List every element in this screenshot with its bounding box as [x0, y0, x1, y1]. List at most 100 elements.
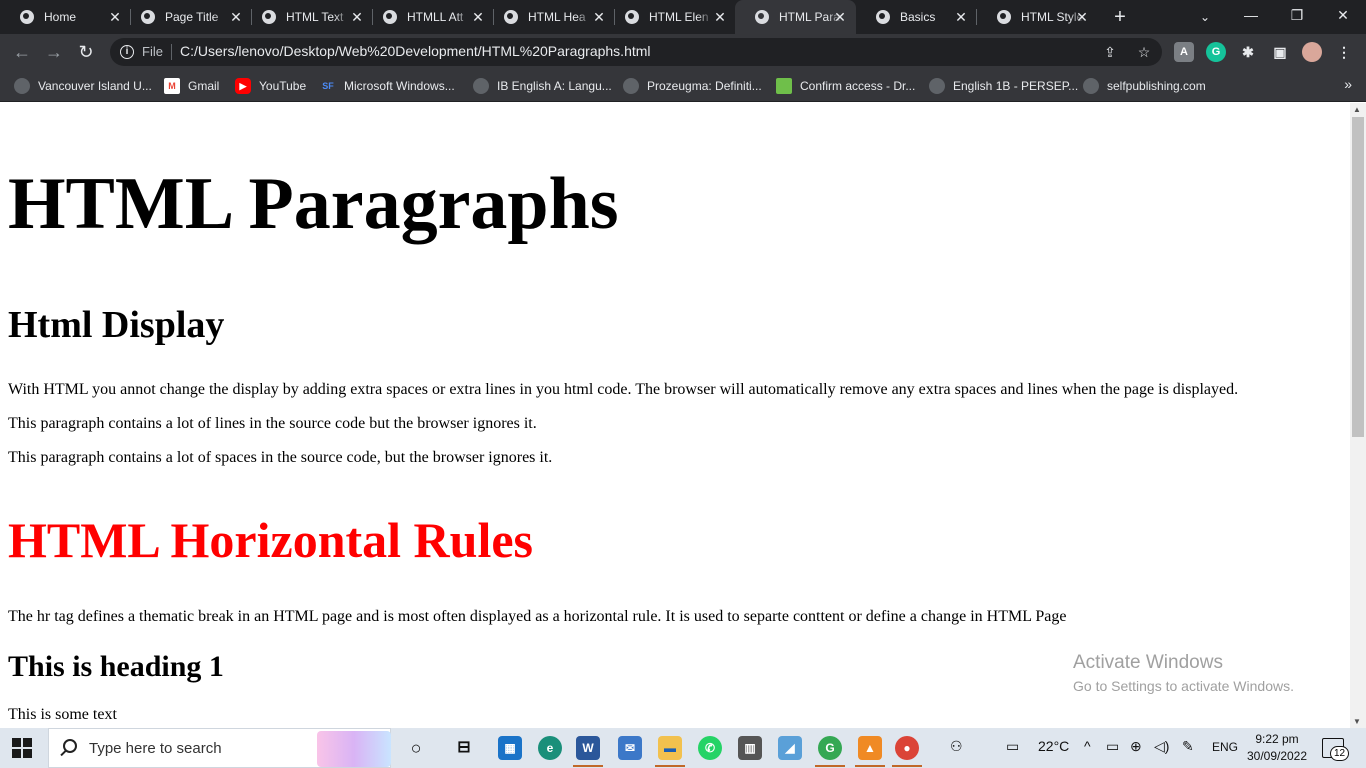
- minimize-icon[interactable]: —: [1228, 0, 1274, 30]
- globe-icon: [141, 10, 155, 24]
- bookmark-item[interactable]: Prozeugma: Definiti...: [623, 76, 762, 96]
- tab-html-headings[interactable]: HTML Hea ✕: [484, 0, 615, 34]
- mail-icon[interactable]: ✉: [618, 736, 642, 760]
- pdf-extension-icon[interactable]: A: [1174, 42, 1194, 62]
- menu-kebab-icon[interactable]: ⋮: [1334, 42, 1354, 62]
- tab-search-icon[interactable]: ⌄: [1193, 5, 1217, 29]
- tab-html-elements[interactable]: HTML Elen ✕: [605, 0, 736, 34]
- paragraph: This is some text: [8, 706, 117, 723]
- close-window-icon[interactable]: ✕: [1320, 0, 1366, 30]
- edge-icon[interactable]: e: [538, 736, 562, 760]
- scroll-thumb[interactable]: [1352, 117, 1364, 437]
- weather-icon[interactable]: ▭: [1006, 738, 1019, 755]
- bookmark-label: Prozeugma: Definiti...: [647, 79, 762, 93]
- watermark-subtitle: Go to Settings to activate Windows.: [1073, 678, 1294, 694]
- bookmark-item[interactable]: English 1B - PERSEP...: [929, 76, 1078, 96]
- network-icon[interactable]: ⊕: [1130, 738, 1142, 755]
- vertical-scrollbar[interactable]: ▲ ▼: [1350, 103, 1366, 728]
- running-indicator: [892, 765, 922, 767]
- salesforce-icon: SF: [322, 81, 334, 91]
- paragraph: This paragraph contains a lot of lines i…: [8, 415, 537, 432]
- task-view-icon[interactable]: ⊟: [452, 736, 476, 760]
- address-bar[interactable]: i File C:/Users/lenovo/Desktop/Web%20Dev…: [110, 38, 1162, 66]
- sidepanel-icon[interactable]: ▣: [1270, 42, 1290, 62]
- forward-icon[interactable]: →: [40, 38, 68, 66]
- bookmark-item[interactable]: M Gmail: [164, 76, 219, 96]
- system-clock[interactable]: 9:22 pm 30/09/2022: [1244, 731, 1310, 765]
- paragraph: With HTML you annot change the display b…: [8, 381, 1239, 398]
- close-icon[interactable]: ✕: [832, 9, 848, 25]
- volume-icon[interactable]: ◁): [1154, 738, 1169, 755]
- chrome-profile-icon[interactable]: G: [818, 736, 842, 760]
- bookmark-label: Confirm access - Dr...: [800, 79, 916, 93]
- url-text[interactable]: C:/Users/lenovo/Desktop/Web%20Developmen…: [180, 43, 651, 59]
- tray-chevron-up-icon[interactable]: ^: [1084, 738, 1091, 754]
- bookmark-item[interactable]: SF Microsoft Windows...: [320, 76, 455, 96]
- profile-avatar[interactable]: [1302, 42, 1322, 62]
- clock-time: 9:22 pm: [1255, 732, 1299, 746]
- bookmark-star-icon[interactable]: ☆: [1134, 42, 1154, 62]
- tab-html-text[interactable]: HTML Text ✕: [242, 0, 373, 34]
- scroll-up-icon[interactable]: ▲: [1353, 105, 1361, 114]
- globe-icon: [504, 10, 518, 24]
- reload-icon[interactable]: ↻: [72, 38, 100, 66]
- globe-icon: [876, 10, 890, 24]
- word-icon[interactable]: W: [576, 736, 600, 760]
- chevron-double-right-icon[interactable]: »: [1344, 76, 1352, 92]
- vlc-icon[interactable]: ▲: [858, 736, 882, 760]
- people-icon[interactable]: ⚇: [950, 738, 963, 755]
- tab-title: Home: [44, 10, 77, 24]
- windows-start-icon[interactable]: [12, 738, 32, 758]
- tab-page-title[interactable]: Page Title ✕: [121, 0, 252, 34]
- bookmark-item[interactable]: IB English A: Langu...: [473, 76, 612, 96]
- grammarly-icon[interactable]: G: [1206, 42, 1226, 62]
- tab-html-attributes[interactable]: HTMLL Att ✕: [363, 0, 494, 34]
- bookmark-label: Microsoft Windows...: [344, 79, 455, 93]
- globe-icon: [383, 10, 397, 24]
- globe-icon: [929, 78, 945, 94]
- weather-temp[interactable]: 22°C: [1038, 738, 1069, 754]
- search-icon: [63, 739, 77, 753]
- battery-icon[interactable]: ▭: [1106, 738, 1119, 755]
- bookmark-item[interactable]: selfpublishing.com: [1083, 76, 1206, 96]
- bookmark-item[interactable]: ▶ YouTube: [235, 76, 306, 96]
- new-tab-button[interactable]: +: [1108, 5, 1132, 29]
- library-app-icon[interactable]: ▥: [738, 736, 762, 760]
- restore-icon[interactable]: ❐: [1274, 0, 1320, 30]
- file-explorer-icon[interactable]: ▬: [658, 736, 682, 760]
- back-icon[interactable]: ←: [8, 38, 36, 66]
- scroll-down-icon[interactable]: ▼: [1353, 717, 1361, 726]
- running-indicator: [573, 765, 603, 767]
- page-title: HTML Paragraphs: [8, 163, 619, 245]
- share-icon[interactable]: ⇪: [1100, 42, 1120, 62]
- tab-title: Page Title: [165, 10, 219, 24]
- puzzle-icon[interactable]: ✱: [1238, 42, 1258, 62]
- tab-html-styles[interactable]: HTML Style ✕: [977, 0, 1098, 34]
- bookmark-item[interactable]: Vancouver Island U...: [14, 76, 152, 96]
- notes-app-icon[interactable]: ◢: [778, 736, 802, 760]
- close-icon[interactable]: ✕: [712, 9, 728, 25]
- youtube-icon: ▶: [235, 78, 251, 94]
- globe-icon: [997, 10, 1011, 24]
- info-icon[interactable]: i: [120, 45, 134, 59]
- taskbar-search-box[interactable]: Type here to search: [48, 728, 391, 768]
- store-icon[interactable]: ▦: [498, 736, 522, 760]
- heading-html-display: Html Display: [8, 304, 225, 346]
- globe-icon: [473, 78, 489, 94]
- chrome-icon[interactable]: ●: [895, 736, 919, 760]
- language-indicator[interactable]: ENG: [1212, 740, 1238, 754]
- globe-icon: [1083, 78, 1099, 94]
- close-icon[interactable]: ✕: [1074, 9, 1090, 25]
- close-icon[interactable]: ✕: [953, 9, 969, 25]
- globe-icon: [755, 10, 769, 24]
- colorful-app-icon: [776, 78, 792, 94]
- running-indicator: [655, 765, 685, 767]
- cortana-icon[interactable]: ○: [404, 736, 428, 760]
- bookmark-item[interactable]: Confirm access - Dr...: [776, 76, 915, 96]
- tab-html-paragraphs[interactable]: HTML Para ✕: [735, 0, 856, 34]
- pen-icon[interactable]: ✎: [1182, 738, 1194, 755]
- whatsapp-icon[interactable]: ✆: [698, 736, 722, 760]
- running-indicator: [855, 765, 885, 767]
- tab-home[interactable]: Home ✕: [0, 0, 131, 34]
- tab-basics[interactable]: Basics ✕: [856, 0, 977, 34]
